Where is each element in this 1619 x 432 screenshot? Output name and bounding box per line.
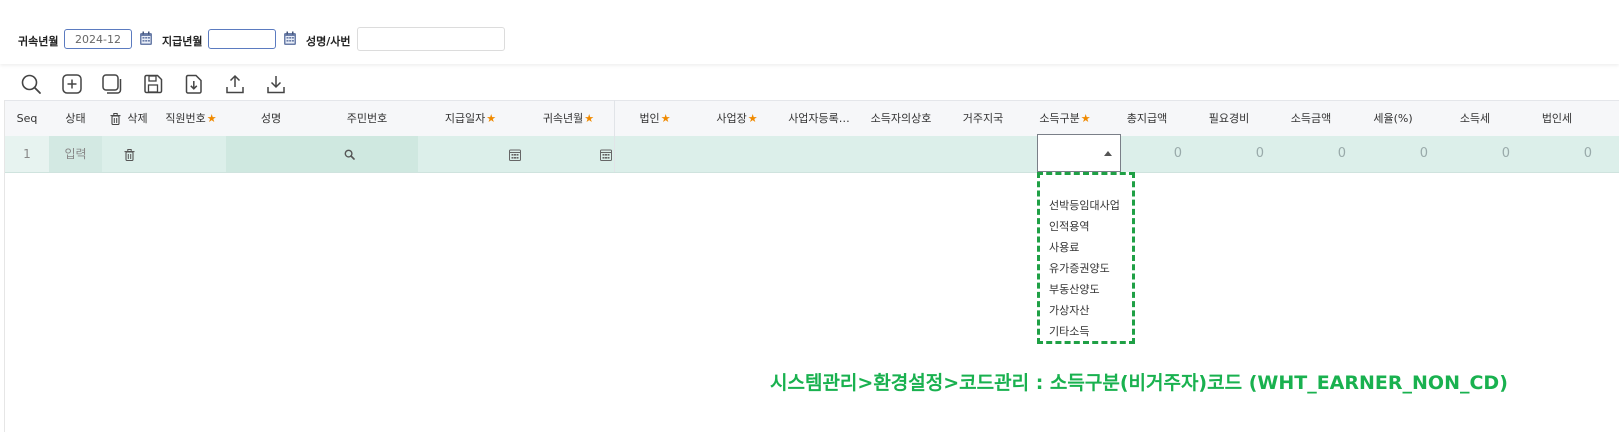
import-icon[interactable] bbox=[183, 73, 205, 95]
name-empno-input[interactable] bbox=[357, 27, 505, 51]
row-emp-no[interactable] bbox=[156, 136, 226, 172]
header-seq[interactable]: Seq bbox=[5, 101, 49, 137]
header-workplace-label: 사업장 bbox=[716, 112, 747, 125]
calendar-icon[interactable] bbox=[509, 149, 521, 161]
header-tax-rate[interactable]: 세율(%) bbox=[1352, 101, 1434, 137]
required-star-icon: ★ bbox=[584, 112, 595, 125]
row-status: 입력 bbox=[64, 147, 87, 161]
row-name-search[interactable] bbox=[226, 136, 418, 172]
grid-header: Seq 상태 삭제 직원번호★ 성명 주민번호 지급일자★ 귀속년월★ 법인★ … bbox=[5, 100, 1619, 138]
header-delete-label: 삭제 bbox=[127, 112, 148, 125]
upload-icon[interactable] bbox=[224, 73, 246, 95]
income-type-select[interactable] bbox=[1037, 134, 1121, 172]
header-income-type-label: 소득구분 bbox=[1039, 112, 1080, 125]
calendar-icon[interactable] bbox=[139, 31, 153, 46]
belong-month-label: 귀속년월 bbox=[18, 35, 59, 48]
row-tax-rate[interactable]: 0 bbox=[1352, 136, 1434, 172]
required-star-icon: ★ bbox=[486, 112, 497, 125]
copy-icon[interactable] bbox=[101, 73, 123, 95]
search-icon[interactable] bbox=[344, 149, 355, 160]
belong-month-input[interactable]: 2024-12 bbox=[64, 29, 132, 49]
pay-month-label: 지급년월 bbox=[162, 35, 203, 48]
download-icon[interactable] bbox=[265, 73, 287, 95]
income-type-dropdown: 선박등임대사업 인적용역 사용료 유가증권양도 부동산양도 가상자산 기타소득 bbox=[1037, 172, 1135, 344]
row-belong-month[interactable] bbox=[523, 136, 614, 172]
annotation-caption: 시스템관리>환경설정>코드관리 : 소득구분(비거주자)코드 (WHT_EARN… bbox=[770, 372, 1508, 394]
header-status[interactable]: 상태 bbox=[49, 101, 102, 137]
header-income-type[interactable]: 소득구분★ bbox=[1024, 101, 1106, 137]
calendar-icon[interactable] bbox=[283, 31, 297, 46]
row-seq: 1 bbox=[23, 147, 31, 161]
header-belong-month-label: 귀속년월 bbox=[542, 112, 584, 125]
header-total-pay[interactable]: 총지급액 bbox=[1106, 101, 1188, 137]
dropdown-option[interactable]: 가상자산 bbox=[1040, 300, 1132, 321]
required-star-icon: ★ bbox=[1080, 112, 1091, 125]
chevron-up-icon bbox=[1104, 151, 1112, 156]
add-icon[interactable] bbox=[61, 73, 83, 95]
row-corp-tax[interactable]: 0 bbox=[1516, 136, 1598, 172]
header-corp[interactable]: 법인★ bbox=[614, 101, 696, 137]
header-pay-date[interactable]: 지급일자★ bbox=[418, 101, 523, 137]
search-icon[interactable] bbox=[20, 73, 42, 95]
dropdown-option[interactable]: 선박등임대사업 bbox=[1040, 195, 1132, 216]
required-star-icon: ★ bbox=[206, 112, 217, 125]
header-corp-label: 법인 bbox=[639, 112, 660, 125]
frozen-column-divider bbox=[614, 100, 615, 172]
header-name[interactable]: 성명 bbox=[226, 101, 316, 137]
header-pay-date-label: 지급일자 bbox=[444, 112, 486, 125]
header-corp-tax[interactable]: 법인세 bbox=[1516, 101, 1598, 137]
dropdown-option[interactable]: 인적용역 bbox=[1040, 216, 1132, 237]
header-workplace[interactable]: 사업장★ bbox=[696, 101, 778, 137]
header-income-amt[interactable]: 소득금액 bbox=[1270, 101, 1352, 137]
row-delete-button[interactable] bbox=[102, 136, 156, 172]
row-income-amt[interactable]: 0 bbox=[1270, 136, 1352, 172]
dropdown-option[interactable]: 기타소득 bbox=[1040, 321, 1132, 342]
name-empno-label: 성명/사번 bbox=[306, 35, 351, 48]
dropdown-option[interactable]: 부동산양도 bbox=[1040, 279, 1132, 300]
header-residence[interactable]: 거주지국 bbox=[942, 101, 1024, 137]
required-star-icon: ★ bbox=[660, 112, 671, 125]
header-income-tax[interactable]: 소득세 bbox=[1434, 101, 1516, 137]
header-delete[interactable]: 삭제 bbox=[102, 101, 156, 137]
save-icon[interactable] bbox=[142, 73, 164, 95]
pay-month-input[interactable] bbox=[208, 29, 276, 49]
row-income-tax[interactable]: 0 bbox=[1434, 136, 1516, 172]
dropdown-option[interactable]: 유가증권양도 bbox=[1040, 258, 1132, 279]
row-pay-date[interactable] bbox=[418, 136, 523, 172]
dropdown-option[interactable]: 사용료 bbox=[1040, 237, 1132, 258]
calendar-icon[interactable] bbox=[600, 149, 612, 161]
header-expense[interactable]: 필요경비 bbox=[1188, 101, 1270, 137]
header-earner-biz[interactable]: 소득자의상호 bbox=[860, 101, 942, 137]
table-row[interactable]: 1 입력 0 0 0 0 0 0 bbox=[5, 136, 1619, 173]
header-emp-no[interactable]: 직원번호★ bbox=[156, 101, 226, 137]
trash-icon bbox=[124, 148, 134, 161]
header-emp-no-label: 직원번호 bbox=[165, 112, 206, 125]
row-expense[interactable]: 0 bbox=[1188, 136, 1270, 172]
filter-bar: 귀속년월 2024-12 지급년월 성명/사번 bbox=[0, 0, 1619, 64]
header-resident-no[interactable]: 주민번호 bbox=[316, 101, 418, 137]
header-belong-month[interactable]: 귀속년월★ bbox=[523, 101, 614, 137]
required-star-icon: ★ bbox=[747, 112, 758, 125]
trash-icon bbox=[110, 113, 121, 126]
header-biz-reg[interactable]: 사업자등록… bbox=[778, 101, 860, 137]
